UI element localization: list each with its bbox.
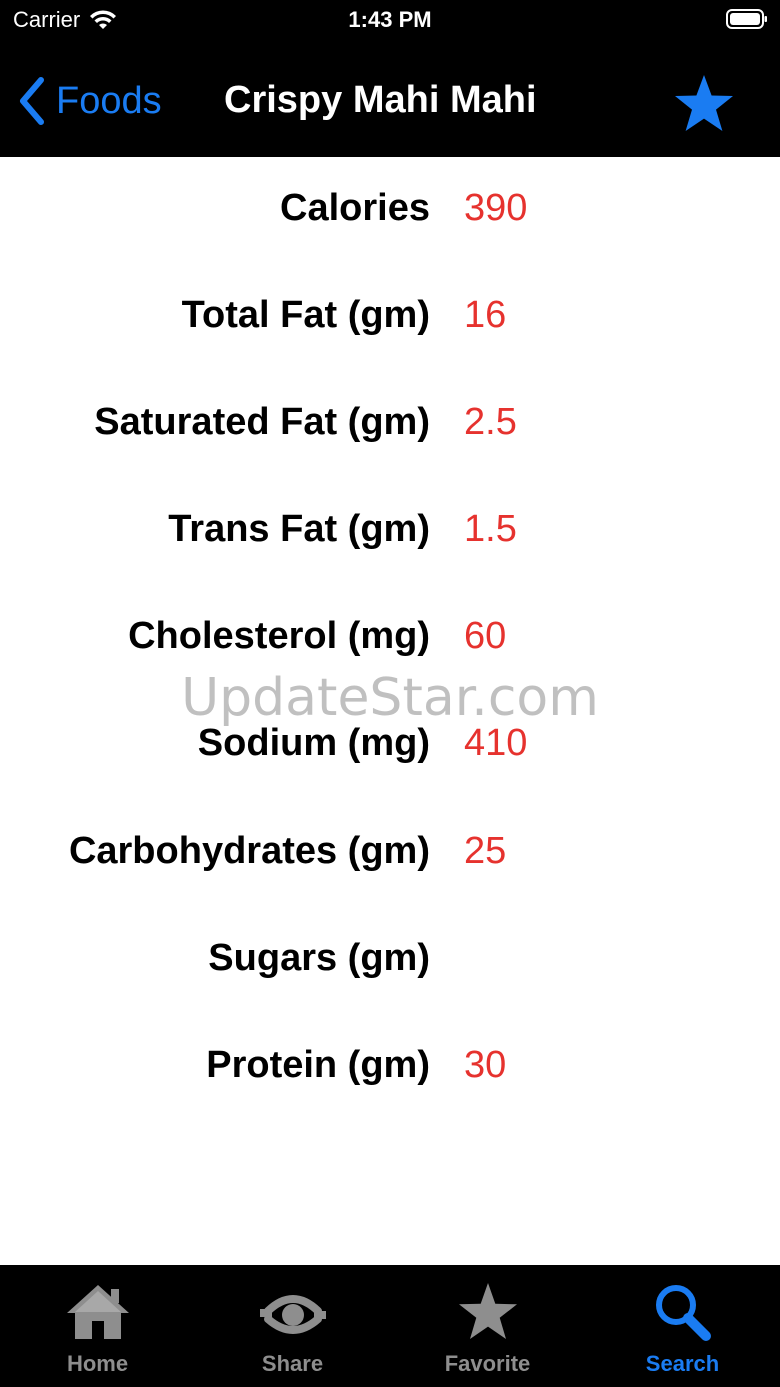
nutrition-row-saturated-fat: Saturated Fat (gm) 2.5	[0, 393, 780, 453]
nutrition-list: Calories 390 Total Fat (gm) 16 Saturated…	[0, 157, 780, 1265]
status-bar: Carrier 1:43 PM	[0, 0, 780, 44]
nutrition-value: 410	[464, 722, 528, 764]
nutrition-value: 2.5	[464, 401, 517, 443]
tab-label: Home	[66, 1351, 129, 1376]
star-icon	[458, 1283, 517, 1339]
nutrition-label: Total Fat (gm)	[181, 294, 430, 336]
search-icon	[655, 1285, 711, 1341]
nutrition-row-calories: Calories 390	[0, 179, 780, 239]
nutrition-row-protein: Protein (gm) 30	[0, 1036, 780, 1096]
back-button-label: Foods	[56, 79, 162, 122]
tab-label: Share	[261, 1351, 324, 1376]
page-title: Crispy Mahi Mahi	[224, 79, 537, 121]
navigation-bar: Foods Crispy Mahi Mahi	[0, 44, 780, 157]
nutrition-value: 1.5	[464, 508, 517, 550]
nutrition-row-total-fat: Total Fat (gm) 16	[0, 286, 780, 346]
nutrition-row-trans-fat: Trans Fat (gm) 1.5	[0, 500, 780, 560]
nutrition-row-sugars: Sugars (gm)	[0, 929, 780, 989]
nutrition-value: 390	[464, 187, 528, 229]
nutrition-label: Sodium (mg)	[197, 722, 430, 764]
nutrition-row-carbohydrates: Carbohydrates (gm) 25	[0, 822, 780, 882]
nutrition-label: Saturated Fat (gm)	[94, 401, 430, 443]
tab-label: Search	[645, 1351, 720, 1376]
nutrition-label: Trans Fat (gm)	[168, 508, 430, 550]
nutrition-label: Sugars (gm)	[208, 937, 430, 979]
nutrition-row-cholesterol: Cholesterol (mg) 60	[0, 607, 780, 667]
tab-bar: Home Share Favorite Search	[0, 1265, 780, 1387]
nutrition-label: Cholesterol (mg)	[128, 615, 430, 657]
nutrition-value: 60	[464, 615, 507, 657]
share-icon	[259, 1295, 326, 1334]
nutrition-value: 16	[464, 294, 507, 336]
tab-favorite[interactable]: Favorite	[390, 1265, 585, 1387]
tab-search[interactable]: Search	[585, 1265, 780, 1387]
nutrition-label: Carbohydrates (gm)	[68, 830, 430, 872]
status-time: 1:43 PM	[348, 7, 432, 32]
nutrition-value: 25	[464, 830, 507, 872]
tab-home[interactable]: Home	[0, 1265, 195, 1387]
nutrition-row-sodium: Sodium (mg) 410	[0, 714, 780, 774]
nutrition-label: Protein (gm)	[206, 1044, 430, 1086]
back-button[interactable]: Foods	[18, 77, 162, 125]
screen: Carrier 1:43 PM Foods Crispy Mahi Mahi C…	[0, 0, 780, 1387]
tab-share[interactable]: Share	[195, 1265, 390, 1387]
tab-label: Favorite	[444, 1351, 531, 1376]
nutrition-label: Calories	[280, 187, 430, 229]
favorite-star-button[interactable]	[672, 72, 736, 136]
battery-icon	[726, 9, 767, 29]
nutrition-value: 30	[464, 1044, 507, 1086]
chevron-left-icon	[20, 77, 44, 125]
home-icon	[66, 1285, 129, 1339]
